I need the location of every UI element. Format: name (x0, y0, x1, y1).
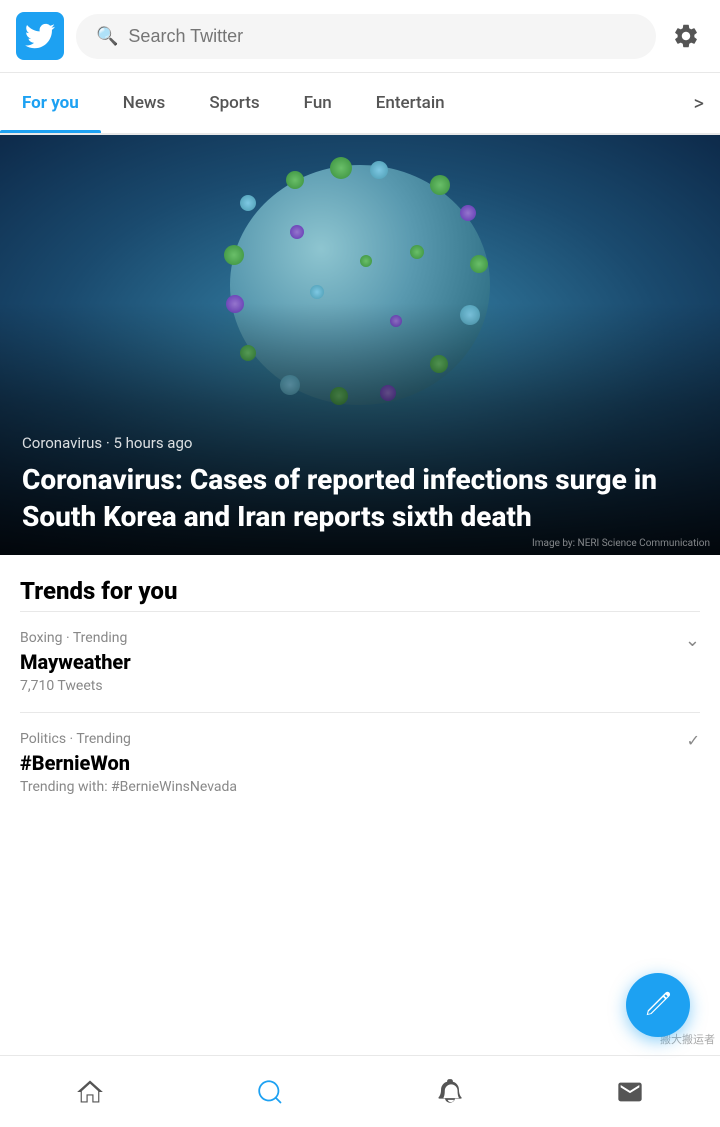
tab-sports[interactable]: Sports (187, 75, 281, 131)
trend-item-berniewon[interactable]: Politics · Trending #BernieWon Trending … (20, 712, 700, 813)
tab-entertainment[interactable]: Entertain (354, 75, 467, 131)
trend-1-chevron[interactable]: ⌄ (685, 630, 700, 651)
compose-pen-icon (644, 991, 672, 1019)
bell-icon (436, 1078, 464, 1106)
settings-button[interactable] (668, 18, 704, 54)
home-icon (76, 1078, 104, 1106)
trend-2-sub: Trending with: #BernieWinsNevada (20, 779, 700, 795)
trend-item-mayweather[interactable]: Boxing · Trending Mayweather 7,710 Tweet… (20, 611, 700, 712)
hero-title: Coronavirus: Cases of reported infection… (22, 462, 698, 535)
header: 🔍 (0, 0, 720, 73)
nav-search[interactable] (240, 1062, 300, 1122)
trend-1-count: 7,710 Tweets (20, 678, 700, 694)
nav-notifications[interactable] (420, 1062, 480, 1122)
nav-home[interactable] (60, 1062, 120, 1122)
search-nav-icon (256, 1078, 284, 1106)
hero-content: Coronavirus · 5 hours ago Coronavirus: C… (0, 414, 720, 555)
search-input[interactable] (128, 26, 636, 47)
trend-2-name: #BernieWon (20, 751, 700, 775)
gear-icon (672, 22, 700, 50)
nav-messages[interactable] (600, 1062, 660, 1122)
tab-news[interactable]: News (101, 75, 188, 131)
tab-for-you[interactable]: For you (0, 75, 101, 131)
compose-fab[interactable] (626, 973, 690, 1037)
twitter-logo[interactable] (16, 12, 64, 60)
trend-2-check: ✓ (687, 731, 700, 750)
trends-title: Trends for you (20, 577, 700, 605)
hero-meta: Coronavirus · 5 hours ago (22, 434, 698, 452)
twitter-bird-icon (25, 21, 55, 51)
trend-1-name: Mayweather (20, 650, 700, 674)
search-bar[interactable]: 🔍 (76, 14, 656, 59)
tab-fun[interactable]: Fun (282, 75, 354, 131)
trend-2-category: Politics · Trending (20, 731, 700, 747)
mail-icon (616, 1078, 644, 1106)
trends-section: Trends for you Boxing · Trending Mayweat… (0, 555, 720, 823)
hero-article[interactable]: Coronavirus · 5 hours ago Coronavirus: C… (0, 135, 720, 555)
bottom-nav (0, 1055, 720, 1127)
tabs-more-arrow[interactable]: > (678, 73, 720, 133)
search-icon: 🔍 (96, 26, 118, 47)
trend-1-category: Boxing · Trending (20, 630, 700, 646)
tabs-nav: For you News Sports Fun Entertain > (0, 73, 720, 135)
hero-attribution: Image by: NERI Science Communication (532, 538, 710, 549)
